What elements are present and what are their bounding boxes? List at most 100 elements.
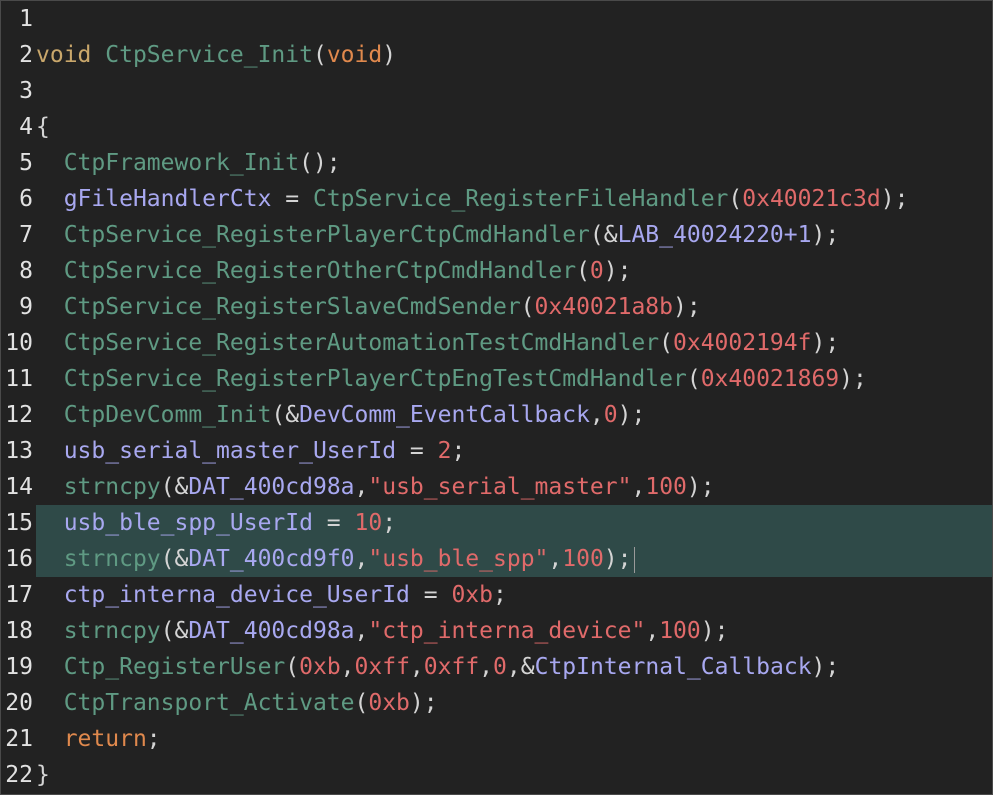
code-token: , xyxy=(631,474,646,500)
code-line[interactable]: 7 CtpService_RegisterPlayerCtpCmdHandler… xyxy=(0,217,993,253)
line-number: 2 xyxy=(19,42,33,68)
code-token: ( xyxy=(728,186,743,212)
code-text[interactable]: CtpService_RegisterPlayerCtpEngTestCmdHa… xyxy=(36,361,867,397)
text-cursor xyxy=(633,546,635,573)
code-line[interactable]: 15 usb_ble_spp_UserId = 10; xyxy=(0,505,993,541)
line-number: 18 xyxy=(5,618,33,644)
code-line[interactable]: 20 CtpTransport_Activate(0xb); xyxy=(0,685,993,721)
code-text[interactable]: CtpService_RegisterOtherCtpCmdHandler(0)… xyxy=(36,253,632,289)
code-text[interactable]: strncpy(&DAT_400cd98a,"ctp_interna_devic… xyxy=(36,613,729,649)
code-text[interactable]: void CtpService_Init(void) xyxy=(36,37,396,73)
code-text[interactable]: strncpy(&DAT_400cd98a,"usb_serial_master… xyxy=(36,469,715,505)
code-text[interactable]: CtpFramework_Init(); xyxy=(36,145,341,181)
code-token: CtpDevComm_Init xyxy=(63,402,272,428)
code-token: ( xyxy=(686,366,701,392)
code-text[interactable]: ctp_interna_device_UserId = 0xb; xyxy=(36,577,507,613)
code-token: 10 xyxy=(354,510,383,536)
code-token: , xyxy=(589,402,604,428)
code-text[interactable]: CtpService_RegisterPlayerCtpCmdHandler(&… xyxy=(36,217,839,253)
code-token: usb_serial_master_UserId xyxy=(63,438,397,464)
code-token: ); xyxy=(603,546,632,572)
code-token: ); xyxy=(880,186,909,212)
code-token: ( xyxy=(520,294,535,320)
code-token: ); xyxy=(617,402,646,428)
code-line[interactable]: 22} xyxy=(0,757,993,793)
code-token: (& xyxy=(160,546,189,572)
code-token: void xyxy=(36,42,92,68)
code-token: , xyxy=(548,546,563,572)
code-token: ; xyxy=(146,726,161,752)
line-number: 1 xyxy=(19,6,33,32)
code-token: 0x40021c3d xyxy=(742,186,881,212)
code-line[interactable]: 4{ xyxy=(0,109,993,145)
code-token: DAT_400cd98a xyxy=(188,474,355,500)
code-token: ; xyxy=(451,438,466,464)
code-text[interactable]: CtpService_RegisterAutomationTestCmdHand… xyxy=(36,325,839,361)
code-line[interactable]: 11 CtpService_RegisterPlayerCtpEngTestCm… xyxy=(0,361,993,397)
line-number: 12 xyxy=(5,402,33,428)
code-text[interactable]: CtpDevComm_Init(&DevComm_EventCallback,0… xyxy=(36,397,646,433)
code-line[interactable]: 13 usb_serial_master_UserId = 2; xyxy=(0,433,993,469)
code-token: usb_ble_spp_UserId xyxy=(63,510,313,536)
line-number: 4 xyxy=(19,114,33,140)
code-token: ( xyxy=(285,654,300,680)
code-token: (& xyxy=(271,402,300,428)
code-line[interactable]: 14 strncpy(&DAT_400cd98a,"usb_serial_mas… xyxy=(0,469,993,505)
code-token: return xyxy=(63,726,147,752)
line-number: 7 xyxy=(19,222,33,248)
line-number: 3 xyxy=(19,78,33,104)
code-line[interactable]: 18 strncpy(&DAT_400cd98a,"ctp_interna_de… xyxy=(0,613,993,649)
code-text[interactable]: Ctp_RegisterUser(0xb,0xff,0xff,0,&CtpInt… xyxy=(36,649,840,685)
code-text[interactable]: usb_ble_spp_UserId = 10; xyxy=(36,505,396,541)
code-text[interactable]: usb_serial_master_UserId = 2; xyxy=(36,433,466,469)
code-line[interactable]: 19 Ctp_RegisterUser(0xb,0xff,0xff,0,&Ctp… xyxy=(0,649,993,685)
code-token: CtpFramework_Init xyxy=(63,150,300,176)
code-line[interactable]: 5 CtpFramework_Init(); xyxy=(0,145,993,181)
code-token: CtpTransport_Activate xyxy=(63,690,355,716)
code-token: 0x4002194f xyxy=(673,330,812,356)
code-line[interactable]: 10 CtpService_RegisterAutomationTestCmdH… xyxy=(0,325,993,361)
code-line[interactable]: 6 gFileHandlerCtx = CtpService_RegisterF… xyxy=(0,181,993,217)
code-line[interactable]: 8 CtpService_RegisterOtherCtpCmdHandler(… xyxy=(0,253,993,289)
code-text[interactable]: gFileHandlerCtx = CtpService_RegisterFil… xyxy=(36,181,909,217)
code-token: ); xyxy=(811,222,840,248)
code-line[interactable]: 17 ctp_interna_device_UserId = 0xb; xyxy=(0,577,993,613)
code-line[interactable]: 21 return; xyxy=(0,721,993,757)
code-text[interactable]: CtpTransport_Activate(0xb); xyxy=(36,685,438,721)
code-line[interactable]: 1 xyxy=(0,1,993,37)
line-number: 5 xyxy=(19,150,33,176)
code-token: , xyxy=(479,654,494,680)
code-token: , xyxy=(645,618,660,644)
code-token: ; xyxy=(382,510,397,536)
code-text[interactable]: { xyxy=(36,109,50,145)
code-token: CtpService_RegisterAutomationTestCmdHand… xyxy=(63,330,660,356)
code-token: ); xyxy=(811,654,840,680)
code-token: 0xb xyxy=(299,654,341,680)
code-text[interactable]: strncpy(&DAT_400cd9f0,"usb_ble_spp",100)… xyxy=(36,541,635,577)
code-line[interactable]: 16 strncpy(&DAT_400cd9f0,"usb_ble_spp",1… xyxy=(0,541,993,577)
code-editor[interactable]: 1 2 void CtpService_Init(void) 3 4{5 CtpFram… xyxy=(0,0,993,795)
code-text[interactable]: return; xyxy=(36,721,161,757)
code-token: ); xyxy=(603,258,632,284)
code-token: ( xyxy=(354,690,369,716)
line-number: 9 xyxy=(19,294,33,320)
code-token: (); xyxy=(299,150,341,176)
code-line[interactable]: 2 void CtpService_Init(void) xyxy=(0,37,993,73)
code-token: LAB_40024220+1 xyxy=(617,222,812,248)
line-number: 20 xyxy=(5,690,33,716)
code-token: ); xyxy=(700,618,729,644)
code-text[interactable]: CtpService_RegisterSlaveCmdSender(0x4002… xyxy=(36,289,701,325)
code-line[interactable]: 9 CtpService_RegisterSlaveCmdSender(0x40… xyxy=(0,289,993,325)
code-text[interactable]: } xyxy=(36,757,50,793)
code-token: ); xyxy=(839,366,867,392)
code-line[interactable]: 3 xyxy=(0,73,993,109)
code-line[interactable]: 12 CtpDevComm_Init(&DevComm_EventCallbac… xyxy=(0,397,993,433)
line-number: 15 xyxy=(5,510,33,536)
